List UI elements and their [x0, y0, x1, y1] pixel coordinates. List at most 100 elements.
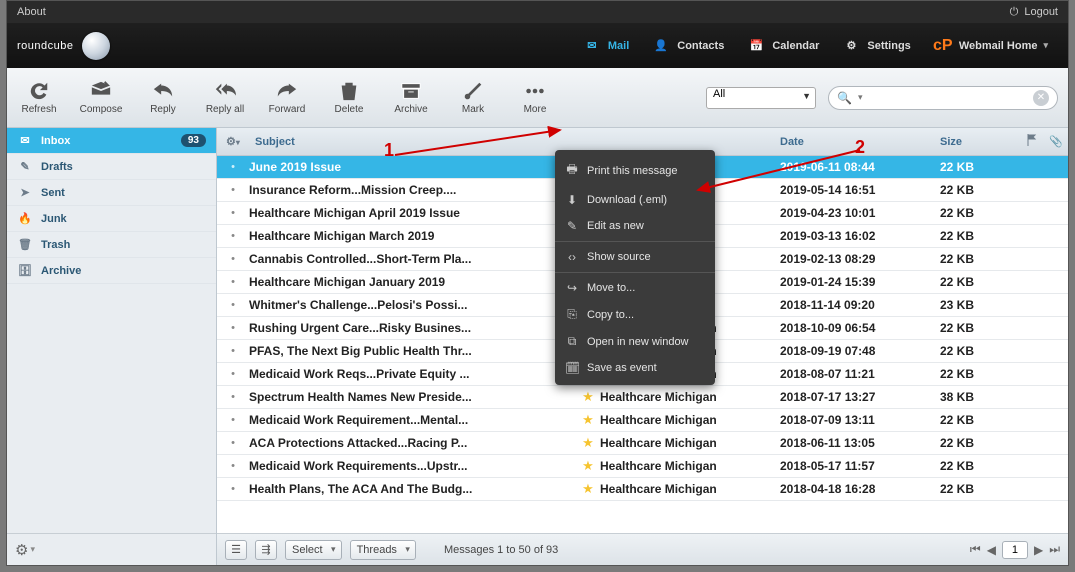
unread-dot-icon: • — [217, 161, 249, 173]
toolbar-mark-button[interactable]: Mark — [451, 80, 495, 115]
menu-copyto[interactable]: ⎘Copy to... — [555, 301, 715, 328]
message-row[interactable]: •Medicaid Work Requirement...Mental...★H… — [217, 409, 1068, 432]
nav-contacts[interactable]: 👤Contacts — [641, 30, 734, 62]
message-subject: ACA Protections Attacked...Racing P... — [249, 436, 576, 450]
search-icon: 🔍 — [837, 91, 852, 105]
calendar-icon: 📅 — [746, 36, 766, 56]
toolbar-refresh-button[interactable]: Refresh — [17, 80, 61, 115]
newwin-icon: ⧉ — [565, 334, 579, 349]
message-size: 22 KB — [940, 252, 1020, 266]
toolbar-compose-button[interactable]: Compose — [79, 80, 123, 115]
inbox-icon: ✉ — [17, 134, 33, 147]
folder-trash[interactable]: 🗑Trash — [7, 232, 216, 258]
menu-editnew[interactable]: ✎Edit as new — [555, 213, 715, 239]
message-subject: Medicaid Work Reqs...Private Equity ... — [249, 367, 576, 381]
toolbar-more-button[interactable]: More — [513, 80, 557, 115]
moveto-icon: ↪ — [565, 281, 579, 295]
select-combo[interactable]: Select — [285, 540, 342, 560]
toolbar-delete-button[interactable]: Delete — [327, 80, 371, 115]
page-last-button[interactable]: ⏭ — [1049, 542, 1060, 557]
star-icon[interactable]: ★ — [576, 389, 600, 405]
nav-webmail-home[interactable]: cPWebmail Home ▾ — [923, 30, 1058, 62]
toolbar-forward-button[interactable]: Forward — [265, 80, 309, 115]
trash-icon: 🗑 — [17, 238, 33, 251]
cpanel-icon: cP — [933, 36, 953, 56]
filter-select[interactable]: All — [706, 87, 816, 109]
unread-dot-icon: • — [217, 184, 249, 196]
message-date: 2018-09-19 07:48 — [780, 344, 940, 358]
unread-badge: 93 — [181, 134, 206, 147]
message-date: 2018-10-09 06:54 — [780, 321, 940, 335]
message-size: 22 KB — [940, 321, 1020, 335]
toolbar-reply-button[interactable]: Reply — [141, 80, 185, 115]
folder-sent[interactable]: ➤Sent — [7, 180, 216, 206]
mark-icon — [459, 80, 487, 102]
column-size[interactable]: Size — [940, 136, 1020, 148]
message-subject: Medicaid Work Requirement...Mental... — [249, 413, 576, 427]
page-next-button[interactable]: ▶ — [1034, 543, 1043, 557]
folder-archive[interactable]: 🗄Archive — [7, 258, 216, 284]
message-row[interactable]: •ACA Protections Attacked...Racing P...★… — [217, 432, 1068, 455]
menu-moveto[interactable]: ↪Move to... — [555, 275, 715, 301]
message-date: 2019-03-13 16:02 — [780, 229, 940, 243]
message-subject: June 2019 Issue — [249, 160, 576, 174]
page-input[interactable] — [1002, 541, 1028, 559]
threads-combo[interactable]: Threads — [350, 540, 416, 560]
folder-drafts[interactable]: ✎Drafts — [7, 154, 216, 180]
star-icon[interactable]: ★ — [576, 435, 600, 451]
message-subject: Insurance Reform...Mission Creep.... — [249, 183, 576, 197]
list-options-button[interactable]: ⚙▾ — [217, 135, 249, 148]
editnew-icon: ✎ — [565, 219, 579, 233]
nav-calendar[interactable]: 📅Calendar — [736, 30, 829, 62]
unread-dot-icon: • — [217, 207, 249, 219]
search-input[interactable]: 🔍 ▾ ✕ — [828, 86, 1058, 110]
reply-icon — [149, 80, 177, 102]
list-view-button[interactable]: ☰ — [225, 540, 247, 560]
menu-print[interactable]: 🖶Print this message — [555, 154, 715, 187]
message-from: Healthcare Michigan — [600, 413, 780, 427]
message-subject: Healthcare Michigan March 2019 — [249, 229, 576, 243]
more-icon — [521, 80, 549, 102]
message-row[interactable]: •Health Plans, The ACA And The Budg...★H… — [217, 478, 1068, 501]
message-size: 22 KB — [940, 436, 1020, 450]
star-icon[interactable]: ★ — [576, 412, 600, 428]
star-icon[interactable]: ★ — [576, 481, 600, 497]
about-link[interactable]: About — [17, 6, 46, 18]
clear-search-icon[interactable]: ✕ — [1033, 90, 1049, 106]
message-size: 22 KB — [940, 482, 1020, 496]
message-from: Healthcare Michigan — [600, 390, 780, 404]
menu-saveevent[interactable]: 🗓Save as event — [555, 355, 715, 381]
folder-inbox[interactable]: ✉Inbox93 — [7, 128, 216, 154]
message-row[interactable]: •Spectrum Health Names New Preside...★He… — [217, 386, 1068, 409]
message-size: 22 KB — [940, 275, 1020, 289]
toolbar-archive-button[interactable]: Archive — [389, 80, 433, 115]
message-size: 38 KB — [940, 390, 1020, 404]
column-flag[interactable] — [1020, 134, 1044, 149]
unread-dot-icon: • — [217, 483, 249, 495]
power-icon: ⏻ — [1010, 6, 1019, 19]
nav-mail[interactable]: ✉Mail — [572, 30, 639, 62]
menu-newwin[interactable]: ⧉Open in new window — [555, 328, 715, 355]
menu-source[interactable]: ‹›Show source — [555, 244, 715, 270]
page-prev-button[interactable]: ◀ — [987, 543, 996, 557]
folder-junk[interactable]: 🔥Junk — [7, 206, 216, 232]
nav-settings[interactable]: ⚙Settings — [831, 30, 920, 62]
column-attachment[interactable]: 📎 — [1044, 135, 1068, 148]
toolbar-replyall-button[interactable]: Reply all — [203, 80, 247, 115]
column-date[interactable]: Date — [780, 136, 940, 148]
message-row[interactable]: •Medicaid Work Requirements...Upstr...★H… — [217, 455, 1068, 478]
column-subject[interactable]: Subject — [249, 136, 576, 148]
more-menu[interactable]: 🖶Print this message⬇Download (.eml)✎Edit… — [555, 150, 715, 385]
folder-settings-button[interactable]: ⚙ — [15, 541, 28, 559]
message-size: 23 KB — [940, 298, 1020, 312]
thread-view-button[interactable]: ⇶ — [255, 540, 277, 560]
print-icon: 🖶 — [565, 160, 579, 181]
page-first-button[interactable]: ⏮ — [970, 542, 981, 557]
unread-dot-icon: • — [217, 345, 249, 357]
mail-icon: ✉ — [582, 36, 602, 56]
menu-download[interactable]: ⬇Download (.eml) — [555, 187, 715, 213]
archive-icon — [397, 80, 425, 102]
star-icon[interactable]: ★ — [576, 458, 600, 474]
download-icon: ⬇ — [565, 193, 579, 207]
logout-button[interactable]: ⏻ Logout — [1010, 6, 1058, 19]
